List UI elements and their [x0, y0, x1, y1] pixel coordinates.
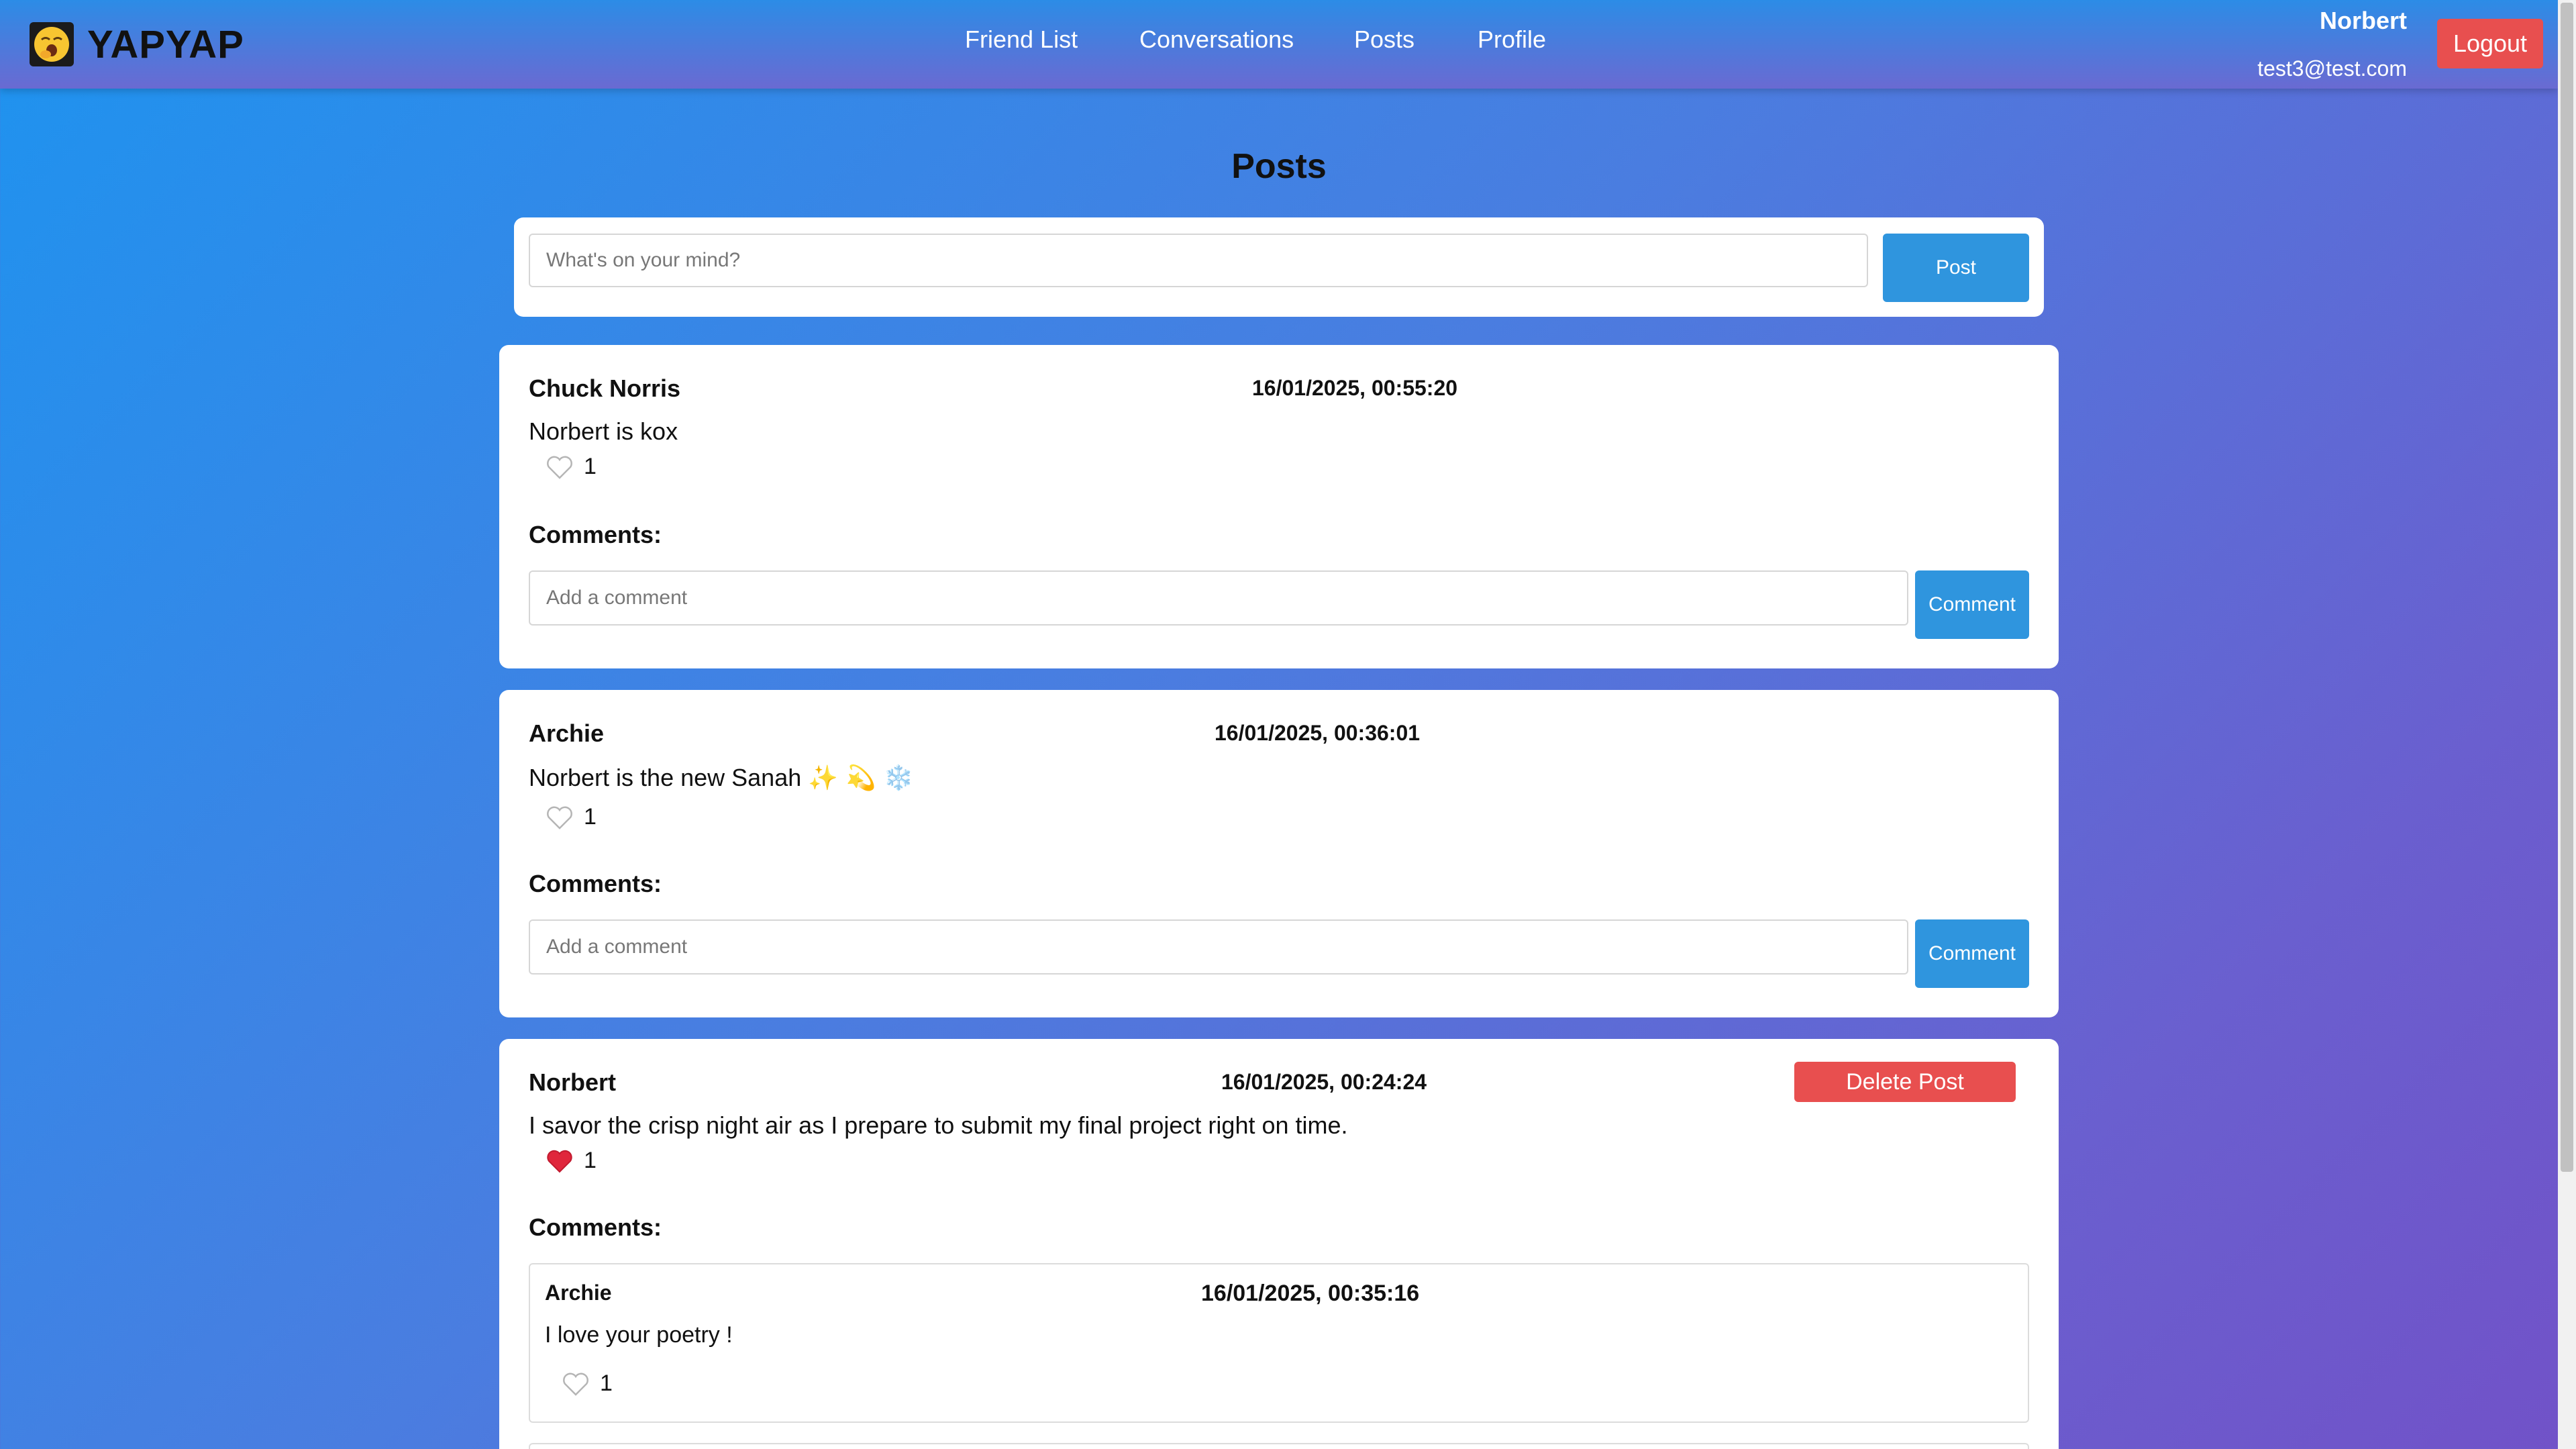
delete-post-button[interactable]: Delete Post [1794, 1062, 2016, 1102]
comments-title: Comments: [529, 521, 662, 548]
post-composer: Post [514, 217, 2044, 317]
comments-title: Comments: [529, 870, 662, 897]
page-scrollbar[interactable] [2558, 0, 2576, 1449]
logout-button[interactable]: Logout [2437, 19, 2543, 68]
comments-title: Comments: [529, 1213, 662, 1241]
nav-posts[interactable]: Posts [1354, 26, 1414, 54]
post-button[interactable]: Post [1883, 234, 2029, 302]
post-content: Norbert is the new Sanah ✨ 💫 ❄️ [529, 764, 914, 792]
post-date: 16/01/2025, 00:24:24 [1221, 1070, 1427, 1094]
comment-input[interactable] [529, 570, 1908, 626]
new-post-input[interactable] [529, 234, 1868, 287]
page-title: Posts [1231, 147, 1327, 186]
post-like-row: 1 [546, 1148, 597, 1174]
post-content: I savor the crisp night air as I prepare… [529, 1111, 1348, 1139]
like-count: 1 [584, 1148, 597, 1173]
comment-date: 16/01/2025, 00:35:16 [1201, 1281, 1420, 1306]
nav-friend-list[interactable]: Friend List [965, 26, 1078, 54]
post-date: 16/01/2025, 00:36:01 [1215, 721, 1421, 745]
post-card: Archie 16/01/2025, 00:36:01 Norbert is t… [499, 690, 2059, 1017]
post-content: Norbert is kox [529, 417, 678, 445]
comment-button[interactable]: Comment [1915, 919, 2029, 988]
like-count: 1 [584, 804, 597, 830]
main-nav: Friend List Conversations Posts Profile [0, 26, 2558, 63]
heart-outline-icon[interactable] [546, 455, 573, 479]
comment-item: Archie 16/01/2025, 00:35:16 I love your … [529, 1263, 2029, 1423]
scrollbar-thumb[interactable] [2561, 3, 2573, 1172]
comment-like-row: 1 [562, 1370, 613, 1397]
current-user-email: test3@test.com [2257, 56, 2407, 81]
like-count: 1 [584, 454, 597, 479]
comment-item [529, 1443, 2029, 1449]
nav-conversations[interactable]: Conversations [1139, 26, 1294, 54]
top-navbar: YAPYAP Friend List Conversations Posts P… [0, 0, 2558, 89]
post-card: Norbert 16/01/2025, 00:24:24 Delete Post… [499, 1039, 2059, 1449]
post-card: Chuck Norris 16/01/2025, 00:55:20 Norber… [499, 345, 2059, 668]
post-author: Archie [529, 719, 605, 747]
post-date: 16/01/2025, 00:55:20 [1252, 376, 1458, 400]
post-like-row: 1 [546, 804, 597, 830]
heart-outline-icon[interactable] [546, 805, 573, 830]
comment-input[interactable] [529, 919, 1908, 975]
comment-like-count: 1 [600, 1370, 613, 1396]
heart-filled-icon[interactable] [546, 1149, 573, 1173]
nav-profile[interactable]: Profile [1478, 26, 1546, 54]
post-text: Norbert is the new Sanah [529, 764, 802, 791]
comment-button[interactable]: Comment [1915, 570, 2029, 639]
sparkles-icon: ✨ 💫 ❄️ [808, 764, 914, 792]
heart-outline-icon[interactable] [562, 1372, 589, 1396]
comment-content: I love your poetry ! [545, 1322, 733, 1348]
post-author: Chuck Norris [529, 374, 681, 402]
comment-author: Archie [545, 1281, 612, 1305]
current-user-name: Norbert [2319, 7, 2407, 34]
post-like-row: 1 [546, 454, 597, 480]
post-author: Norbert [529, 1068, 617, 1096]
